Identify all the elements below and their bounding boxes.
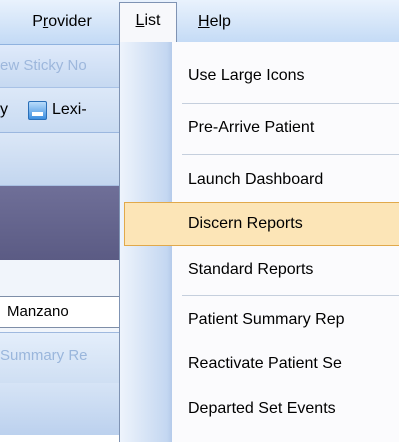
list-dropdown-menu: Use Large Icons Pre-Arrive Patient Launc…	[119, 42, 399, 442]
lexicomp-link[interactable]: Lexi-	[52, 98, 87, 122]
menu-item-use-large-icons[interactable]: Use Large Icons	[120, 54, 399, 98]
menu-item-label: Pre-Arrive Patient	[188, 119, 315, 136]
menu-item-standard-reports[interactable]: Standard Reports	[120, 248, 399, 292]
menu-provider-label: Provider	[32, 13, 92, 30]
menu-item-label: Standard Reports	[188, 261, 314, 278]
toolbar-link-fragment[interactable]: y	[0, 98, 8, 122]
menu-bar: Provider List Help	[0, 0, 399, 45]
menu-item-label: Departed Set Events	[188, 400, 336, 417]
menu-separator	[182, 154, 399, 155]
menu-provider[interactable]: Provider	[6, 6, 118, 38]
menu-item-departed-set-events[interactable]: Departed Set Events	[120, 387, 399, 431]
menu-item-label: Use Large Icons	[188, 67, 305, 84]
menu-list-label: List	[135, 12, 161, 29]
patient-tab[interactable]: Manzano	[0, 296, 124, 328]
menu-item-reactivate-patient-set[interactable]: Reactivate Patient Se	[120, 342, 399, 386]
menu-item-discern-reports[interactable]: Discern Reports	[124, 202, 399, 246]
menu-separator	[182, 103, 399, 104]
new-sticky-note-button[interactable]: ew Sticky No	[0, 53, 130, 79]
summary-report-link[interactable]: Summary Re	[0, 347, 88, 364]
menu-item-patient-summary-reports[interactable]: Patient Summary Rep	[120, 298, 399, 342]
menu-item-launch-dashboard[interactable]: Launch Dashboard	[120, 158, 399, 202]
menu-item-label: Discern Reports	[188, 215, 303, 232]
menu-item-label: Patient Summary Rep	[188, 311, 345, 328]
menu-item-label: Reactivate Patient Se	[188, 355, 342, 372]
patient-tab-label: Manzano	[7, 303, 69, 320]
new-sticky-note-label: ew Sticky No	[0, 57, 87, 74]
menu-help-label: Help	[198, 13, 231, 30]
menu-help[interactable]: Help	[198, 6, 248, 38]
menu-separator	[182, 295, 399, 296]
menu-list[interactable]: List	[119, 2, 177, 42]
menu-item-pre-arrive-patient[interactable]: Pre-Arrive Patient	[120, 106, 399, 150]
menu-item-label: Launch Dashboard	[188, 171, 324, 188]
lexicomp-icon	[28, 101, 47, 120]
